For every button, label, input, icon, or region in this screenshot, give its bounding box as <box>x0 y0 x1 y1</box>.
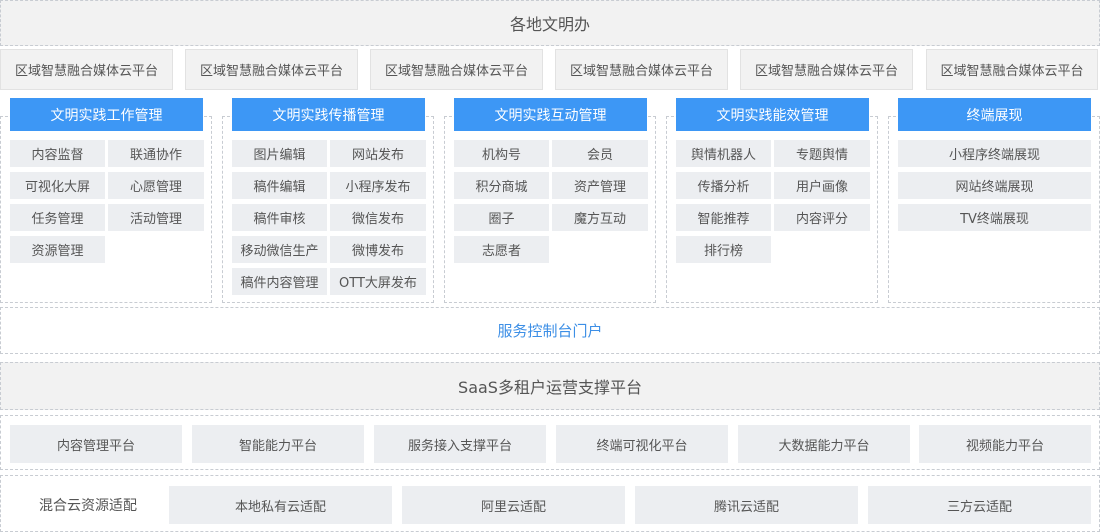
module-cell: 图片编辑 <box>232 140 327 167</box>
panel-title: 文明实践传播管理 <box>232 98 425 131</box>
panel-interaction-management: 机构号 会员 积分商城 资产管理 圈子 魔方互动 志愿者 <box>444 116 656 303</box>
module-cell: 内容监督 <box>10 140 105 167</box>
platform-cell: 视频能力平台 <box>919 425 1091 463</box>
module-cell: 用户画像 <box>774 172 870 199</box>
cloud-adapter-cell: 腾讯云适配 <box>635 486 858 524</box>
top-title: 各地文明办 <box>509 15 590 34</box>
platform-cell: 智能能力平台 <box>192 425 364 463</box>
module-cell: 排行榜 <box>676 236 771 263</box>
panel-communication-management: 图片编辑 网站发布 稿件编辑 小程序发布 稿件审核 微信发布 移动微信生产 微博… <box>222 116 434 303</box>
region-box: 区域智慧融合媒体云平台 <box>740 49 913 90</box>
module-cell: 舆情机器人 <box>676 140 771 167</box>
cloud-adapter-cell: 阿里云适配 <box>402 486 625 524</box>
module-cell: 积分商城 <box>454 172 549 199</box>
region-box: 区域智慧融合媒体云平台 <box>185 49 358 90</box>
region-box: 区域智慧融合媒体云平台 <box>926 49 1098 90</box>
panel-title: 终端展现 <box>898 98 1091 131</box>
module-cell: 小程序终端展现 <box>898 140 1091 167</box>
panel-title: 文明实践工作管理 <box>10 98 203 131</box>
region-box: 区域智慧融合媒体云平台 <box>0 49 173 90</box>
portal-label: 服务控制台门户 <box>497 322 603 340</box>
panel-efficiency-management: 舆情机器人 专题舆情 传播分析 用户画像 智能推荐 内容评分 排行榜 <box>666 116 878 303</box>
module-cell: 稿件审核 <box>232 204 327 231</box>
module-cell: 志愿者 <box>454 236 549 263</box>
panel-terminal-display: 小程序终端展现 网站终端展现 TV终端展现 <box>888 116 1100 303</box>
module-cell: 专题舆情 <box>774 140 870 167</box>
module-cell: 圈子 <box>454 204 549 231</box>
module-cell: 会员 <box>552 140 648 167</box>
module-cell: TV终端展现 <box>898 204 1091 231</box>
platform-cell: 大数据能力平台 <box>738 425 910 463</box>
panel-title: 文明实践能效管理 <box>676 98 869 131</box>
platform-row: 内容管理平台 智能能力平台 服务接入支撑平台 终端可视化平台 大数据能力平台 视… <box>0 415 1100 470</box>
module-cell: 任务管理 <box>10 204 105 231</box>
platform-cell: 服务接入支撑平台 <box>374 425 546 463</box>
module-cell: 联通协作 <box>108 140 204 167</box>
module-cell: 网站终端展现 <box>898 172 1091 199</box>
hybrid-cloud-label: 混合云资源适配 <box>39 498 137 514</box>
cloud-adapter-cell: 本地私有云适配 <box>169 486 392 524</box>
module-cell: 内容评分 <box>774 204 870 231</box>
platform-cell: 内容管理平台 <box>10 425 182 463</box>
service-console-portal: 服务控制台门户 <box>0 307 1100 354</box>
saas-platform-bar: SaaS多租户运营支撑平台 <box>0 362 1100 410</box>
cloud-adapter-cell: 三方云适配 <box>868 486 1091 524</box>
region-box: 区域智慧融合媒体云平台 <box>370 49 543 90</box>
module-cell: 稿件内容管理 <box>232 268 327 295</box>
hybrid-cloud-row: 混合云资源适配 本地私有云适配 阿里云适配 腾讯云适配 三方云适配 <box>0 475 1100 532</box>
module-cell: OTT大屏发布 <box>330 268 426 295</box>
module-cell: 魔方互动 <box>552 204 648 231</box>
module-cell: 网站发布 <box>330 140 426 167</box>
saas-label: SaaS多租户运营支撑平台 <box>458 378 642 397</box>
platform-cell: 终端可视化平台 <box>556 425 728 463</box>
module-cell: 小程序发布 <box>330 172 426 199</box>
module-cell: 机构号 <box>454 140 549 167</box>
module-cell: 稿件编辑 <box>232 172 327 199</box>
region-box: 区域智慧融合媒体云平台 <box>555 49 728 90</box>
module-cell: 心愿管理 <box>108 172 204 199</box>
module-cell: 资产管理 <box>552 172 648 199</box>
panel-work-management: 内容监督 联通协作 可视化大屏 心愿管理 任务管理 活动管理 资源管理 <box>0 116 212 303</box>
module-cell: 资源管理 <box>10 236 105 263</box>
module-cell: 活动管理 <box>108 204 204 231</box>
region-row: 区域智慧融合媒体云平台 区域智慧融合媒体云平台 区域智慧融合媒体云平台 区域智慧… <box>0 49 1100 94</box>
module-cell: 移动微信生产 <box>232 236 327 263</box>
top-title-bar: 各地文明办 <box>0 0 1100 46</box>
module-cell: 可视化大屏 <box>10 172 105 199</box>
module-cell: 智能推荐 <box>676 204 771 231</box>
module-cell: 微博发布 <box>330 236 426 263</box>
panel-title: 文明实践互动管理 <box>454 98 647 131</box>
module-cell: 微信发布 <box>330 204 426 231</box>
module-cell: 传播分析 <box>676 172 771 199</box>
